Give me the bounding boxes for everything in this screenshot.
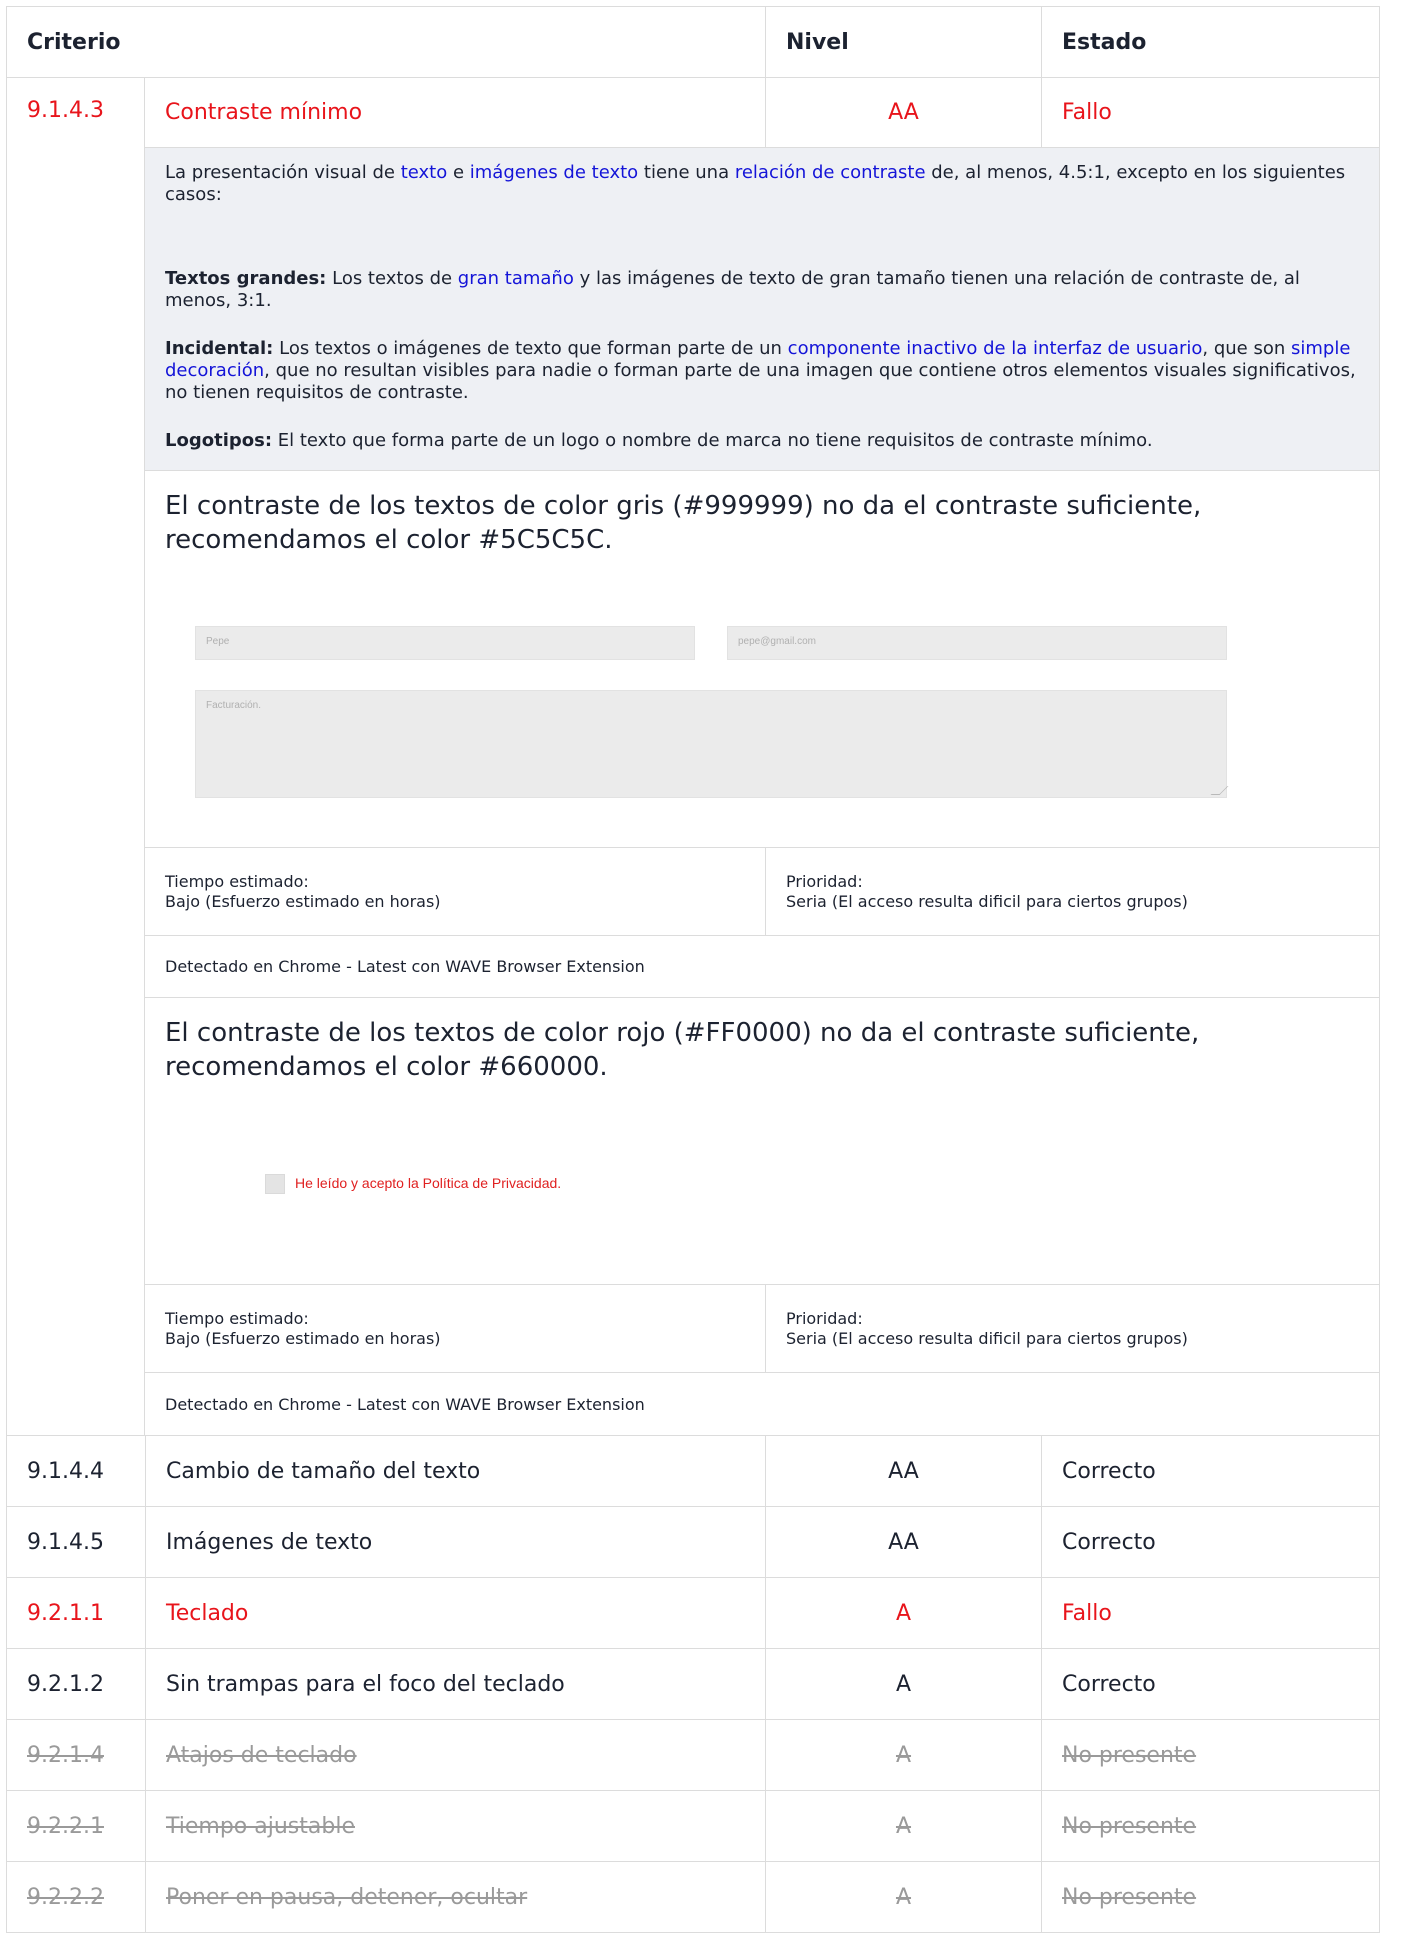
issue-meta: Tiempo estimado: Bajo (Esfuerzo estimado …: [145, 1285, 1379, 1373]
criteria-table: Criterio Nivel Estado 9.1.4.3 Contraste …: [6, 6, 1380, 1933]
issue-title: El contraste de los textos de color gris…: [165, 491, 1202, 555]
issue-screenshot: He leído y acepto la Política de Privaci…: [165, 1084, 1359, 1284]
expanded-criterion: 9.1.4.3 Contraste mínimo AA Fallo La pre…: [7, 78, 1379, 1436]
table-row[interactable]: 9.2.1.2 Sin trampas para el foco del tec…: [7, 1649, 1379, 1720]
criterion-name: Cambio de tamaño del texto: [145, 1436, 765, 1506]
priority: Prioridad: Seria (El acceso resulta dific…: [765, 1285, 1379, 1372]
criterion-level: A: [765, 1578, 1041, 1648]
criterion-status: Fallo: [1041, 78, 1379, 147]
estimated-time: Tiempo estimado: Bajo (Esfuerzo estimado …: [165, 1309, 441, 1348]
description-incidental: Incidental: Los textos o imágenes de tex…: [165, 338, 1356, 403]
criterion-name: Atajos de teclado: [145, 1720, 765, 1790]
table-row[interactable]: 9.2.1.4 Atajos de teclado A No presente: [7, 1720, 1379, 1791]
criterion-number: 9.1.4.4: [27, 1458, 104, 1484]
criterion-level: AA: [765, 1436, 1041, 1506]
criterion-name: Teclado: [145, 1578, 765, 1648]
screenshot-email-input: pepe@gmail.com: [727, 626, 1227, 660]
table-row[interactable]: 9.2.2.1 Tiempo ajustable A No presente: [7, 1791, 1379, 1862]
criterion-number: 9.2.1.2: [27, 1671, 104, 1697]
criterion-number: 9.2.2.2: [27, 1884, 104, 1910]
criterion-status: Correcto: [1041, 1507, 1379, 1577]
table-header: Criterio Nivel Estado: [7, 7, 1379, 78]
table-row[interactable]: 9.1.4.5 Imágenes de texto AA Correcto: [7, 1507, 1379, 1578]
criterion-number: 9.1.4.3: [27, 98, 104, 123]
link-componente-inactivo[interactable]: componente inactivo de la interfaz de us…: [788, 338, 1203, 359]
criterion-number: 9.2.2.1: [27, 1813, 104, 1839]
criterion-detail: Contraste mínimo AA Fallo La presentació…: [144, 78, 1379, 1435]
issue-meta: Tiempo estimado: Bajo (Esfuerzo estimado …: [145, 848, 1379, 936]
screenshot-textarea: Facturación.: [195, 690, 1229, 798]
criterion-name: Poner en pausa, detener, ocultar: [145, 1862, 765, 1932]
header-criterio: Criterio: [27, 29, 121, 55]
criterion-level: A: [765, 1791, 1041, 1861]
description-intro: La presentación visual de texto e imágen…: [165, 162, 1346, 205]
issue-red-contrast: El contraste de los textos de color rojo…: [145, 998, 1379, 1285]
criterion-level: AA: [765, 1507, 1041, 1577]
criterion-level: A: [765, 1649, 1041, 1719]
screenshot-name-input: Pepe: [195, 626, 695, 660]
screenshot-checkbox-label: He leído y acepto la Política de Privaci…: [295, 1175, 562, 1191]
link-texto[interactable]: texto: [401, 162, 448, 183]
header-estado: Estado: [1041, 7, 1379, 77]
issue-title: El contraste de los textos de color rojo…: [165, 1018, 1200, 1082]
criterion-status: Correcto: [1041, 1649, 1379, 1719]
criterion-number: 9.2.1.1: [27, 1600, 104, 1626]
criterion-status: Fallo: [1041, 1578, 1379, 1648]
criterion-level: A: [765, 1862, 1041, 1932]
criterion-description: La presentación visual de texto e imágen…: [145, 148, 1379, 471]
detected-with: Detectado en Chrome - Latest con WAVE Br…: [165, 1394, 645, 1414]
table-row[interactable]: 9.2.2.2 Poner en pausa, detener, ocultar…: [7, 1862, 1379, 1933]
criterion-summary-row[interactable]: Contraste mínimo AA Fallo: [145, 78, 1379, 148]
link-imagenes-de-texto[interactable]: imágenes de texto: [470, 162, 638, 183]
link-gran-tamano[interactable]: gran tamaño: [458, 268, 574, 289]
criterion-status: No presente: [1041, 1720, 1379, 1790]
criterion-name: Tiempo ajustable: [145, 1791, 765, 1861]
screenshot-checkbox: [265, 1174, 285, 1194]
link-relacion-de-contraste[interactable]: relación de contraste: [735, 162, 926, 183]
issue-gray-contrast: El contraste de los textos de color gris…: [145, 471, 1379, 848]
criterion-level: A: [765, 1720, 1041, 1790]
description-textos-grandes: Textos grandes: Los textos de gran tamañ…: [165, 268, 1300, 311]
criterion-number: 9.1.4.5: [27, 1529, 104, 1555]
issue-screenshot: Pepe pepe@gmail.com Facturación.: [165, 557, 1359, 847]
criterion-level: AA: [765, 78, 1041, 147]
criterion-status: Correcto: [1041, 1436, 1379, 1506]
criterion-name: Contraste mínimo: [165, 100, 363, 125]
header-nivel: Nivel: [765, 7, 1041, 77]
detected-with: Detectado en Chrome - Latest con WAVE Br…: [145, 936, 1379, 998]
criterion-number: 9.2.1.4: [27, 1742, 104, 1768]
estimated-time: Tiempo estimado: Bajo (Esfuerzo estimado …: [165, 872, 441, 911]
criterion-name: Imágenes de texto: [145, 1507, 765, 1577]
table-row[interactable]: 9.1.4.4 Cambio de tamaño del texto AA Co…: [7, 1436, 1379, 1507]
table-row[interactable]: 9.2.1.1 Teclado A Fallo: [7, 1578, 1379, 1649]
priority: Prioridad: Seria (El acceso resulta dific…: [765, 848, 1379, 935]
criterion-name: Sin trampas para el foco del teclado: [145, 1649, 765, 1719]
description-logotipos: Logotipos: El texto que forma parte de u…: [165, 430, 1153, 451]
resize-grip-icon: [1210, 786, 1229, 795]
page: Criterio Nivel Estado 9.1.4.3 Contraste …: [0, 0, 1416, 1937]
criterion-status: No presente: [1041, 1862, 1379, 1932]
criterion-status: No presente: [1041, 1791, 1379, 1861]
